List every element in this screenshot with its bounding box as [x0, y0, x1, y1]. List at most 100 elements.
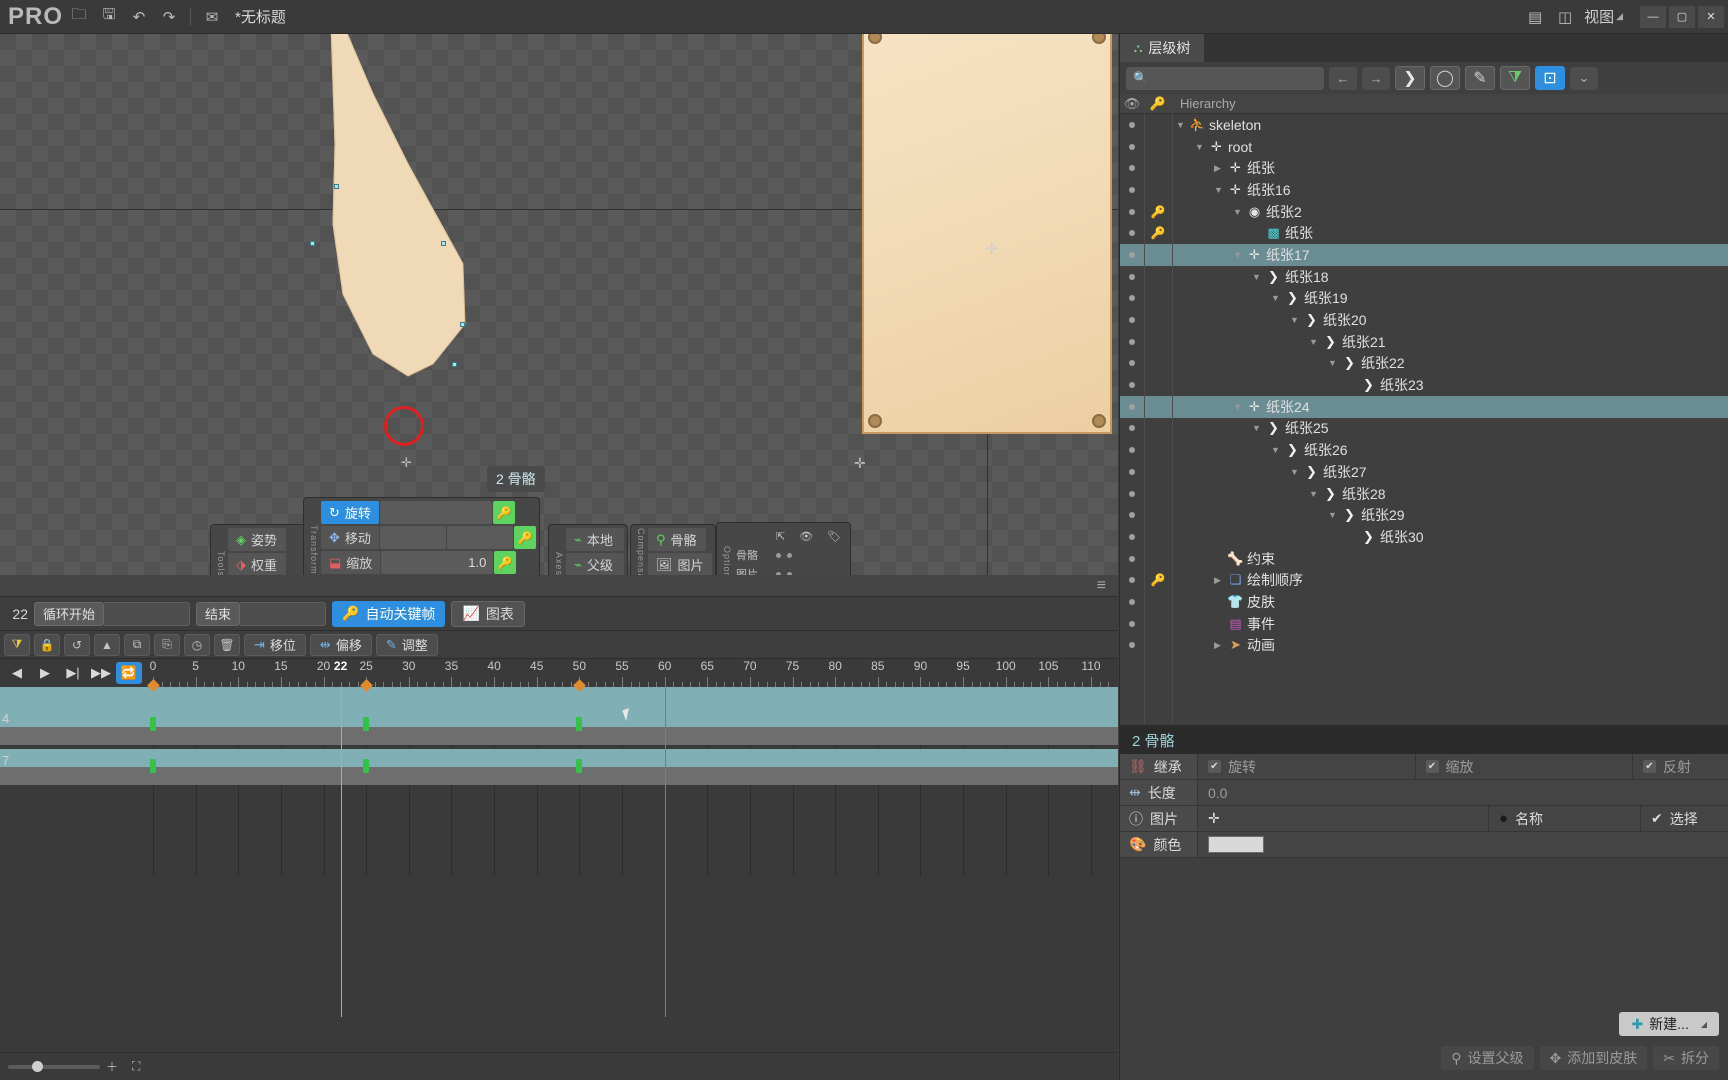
- split-button[interactable]: ✂ 拆分: [1653, 1046, 1719, 1070]
- search-input[interactable]: 🔍: [1126, 66, 1324, 90]
- view-menu-label[interactable]: 视图: [1584, 6, 1614, 27]
- eye-icon[interactable]: 👁: [799, 530, 813, 543]
- tree-row-皮肤[interactable]: 👕 皮肤: [1120, 591, 1728, 613]
- view-dropdown-icon[interactable]: ◢: [1616, 11, 1623, 22]
- set-parent-button[interactable]: ⚲ 设置父级: [1441, 1046, 1534, 1070]
- move-keys-button[interactable]: ⇥ 移位: [244, 633, 306, 656]
- tree-row-纸张[interactable]: ▶ ✛ 纸张: [1120, 157, 1728, 179]
- row-visibility-toggle[interactable]: [1120, 230, 1144, 237]
- tree-row-纸张23[interactable]: ❯ 纸张23: [1120, 374, 1728, 396]
- row-expand-arrow[interactable]: ▼: [1195, 142, 1208, 152]
- pose-tool-button[interactable]: ◈ 姿势: [228, 528, 286, 551]
- image-name-cell[interactable]: ● 名称: [1489, 806, 1641, 831]
- fit-view-icon[interactable]: ⛶: [132, 1059, 140, 1074]
- row-expand-arrow[interactable]: ▼: [1233, 402, 1246, 412]
- row-visibility-toggle[interactable]: [1120, 382, 1144, 389]
- tree-row-纸张22[interactable]: ▼ ❯ 纸张22: [1120, 353, 1728, 375]
- inherit-reflect-checkbox[interactable]: ✔: [1643, 760, 1656, 773]
- row-expand-arrow[interactable]: ▼: [1233, 250, 1246, 260]
- tag-icon[interactable]: 🏷: [827, 530, 841, 543]
- row-visibility-toggle[interactable]: [1120, 295, 1144, 302]
- rotate-key-button[interactable]: 🔑: [493, 501, 515, 524]
- timeline-zoom-slider[interactable]: [8, 1060, 100, 1072]
- axes-parent-button[interactable]: ⌁ 父级: [566, 553, 624, 575]
- row-expand-arrow[interactable]: ▼: [1290, 467, 1303, 477]
- paste-icon-button[interactable]: ⎘: [154, 633, 180, 656]
- tree-row-纸张18[interactable]: ▼ ❯ 纸张18: [1120, 266, 1728, 288]
- up-arrow-button[interactable]: ▲: [94, 633, 120, 656]
- tab-hierarchy-tree[interactable]: ⛬ 层级树: [1120, 34, 1205, 62]
- row-expand-arrow[interactable]: ▼: [1252, 272, 1265, 282]
- hierarchy-tree[interactable]: ▼ ⛹ skeleton ▼ ✛ root ▶ ✛ 纸张 ▼ ✛ 纸张16 🔑 ▼ ◉ 纸张2 🔑 ▩ 纸张 ▼ ✛ 纸张…: [1120, 114, 1728, 726]
- dope-row-band[interactable]: [0, 767, 1118, 785]
- keyframe-marker[interactable]: [363, 759, 370, 773]
- row-visibility-toggle[interactable]: [1120, 165, 1144, 172]
- inherit-reflect-cell[interactable]: ✔ 反射: [1633, 754, 1728, 779]
- tree-row-纸张27[interactable]: ▼ ❯ 纸张27: [1120, 461, 1728, 483]
- row-expand-arrow[interactable]: ▼: [1271, 293, 1284, 303]
- row-expand-arrow[interactable]: ▶: [1214, 163, 1227, 174]
- timeline-ruler[interactable]: 0 5 10 15 20 25 30 35 40 45 50 55 60 65 70 75 80 85 90 95 10…: [0, 659, 1118, 687]
- layout-split-icon[interactable]: ◫: [1550, 4, 1580, 30]
- scale-key-button[interactable]: 🔑: [494, 551, 517, 574]
- copy-icon-button[interactable]: ⧉: [124, 633, 150, 656]
- tree-row-纸张26[interactable]: ▼ ❯ 纸张26: [1120, 439, 1728, 461]
- timeline-menu-icon[interactable]: ≡: [1097, 577, 1106, 595]
- tree-row-纸张19[interactable]: ▼ ❯ 纸张19: [1120, 288, 1728, 310]
- tree-row-纸张21[interactable]: ▼ ❯ 纸张21: [1120, 331, 1728, 353]
- row-expand-arrow[interactable]: ▼: [1309, 337, 1322, 347]
- toggle-bones-button[interactable]: ❯: [1395, 66, 1425, 90]
- keyframe-marker[interactable]: [150, 717, 156, 731]
- tree-row-root[interactable]: ▼ ✛ root: [1120, 136, 1728, 158]
- toggle-attachments-button[interactable]: ✎: [1465, 66, 1495, 90]
- redo-icon[interactable]: ↷: [154, 4, 184, 30]
- row-visibility-toggle[interactable]: [1120, 490, 1144, 497]
- timeline-grip-bar[interactable]: ≡: [0, 575, 1118, 597]
- tree-row-动画[interactable]: ▶ ➤ 动画: [1120, 635, 1728, 657]
- dope-row-band[interactable]: [0, 727, 1118, 745]
- row-visibility-toggle[interactable]: [1120, 251, 1144, 258]
- row-visibility-toggle[interactable]: [1120, 121, 1144, 128]
- auto-key-button[interactable]: 🔑 自动关键帧: [332, 600, 446, 627]
- tree-row-skeleton[interactable]: ▼ ⛹ skeleton: [1120, 114, 1728, 136]
- filter-icon-button[interactable]: ⧩: [4, 633, 30, 656]
- toggle-focus-button[interactable]: ⊡: [1535, 66, 1565, 90]
- tree-row-纸张28[interactable]: ▼ ❯ 纸张28: [1120, 483, 1728, 505]
- row-visibility-toggle[interactable]: [1120, 447, 1144, 454]
- row-key-indicator[interactable]: 🔑: [1144, 205, 1172, 219]
- options-bone-dot1[interactable]: [776, 552, 781, 558]
- row-visibility-toggle[interactable]: [1120, 642, 1144, 649]
- row-expand-arrow[interactable]: ▼: [1290, 315, 1303, 325]
- translate-key-button[interactable]: 🔑: [514, 526, 536, 549]
- row-visibility-toggle[interactable]: [1120, 620, 1144, 627]
- tree-row-纸张25[interactable]: ▼ ❯ 纸张25: [1120, 418, 1728, 440]
- translate-x-field[interactable]: [380, 526, 446, 549]
- color-swatch[interactable]: [1208, 836, 1264, 853]
- keyframe-marker[interactable]: [150, 759, 156, 773]
- clock-icon-button[interactable]: ◷: [184, 633, 210, 656]
- loop-icon-button[interactable]: ↺: [64, 633, 90, 656]
- toggle-slots-button[interactable]: ◯: [1430, 66, 1460, 90]
- rotate-value-field[interactable]: [380, 501, 492, 524]
- tree-row-约束[interactable]: 🦴 约束: [1120, 548, 1728, 570]
- toggle-filter-button[interactable]: ⧩: [1500, 66, 1530, 90]
- add-to-skin-button[interactable]: ✥ 添加到皮肤: [1539, 1046, 1648, 1070]
- translate-y-field[interactable]: [447, 526, 513, 549]
- row-expand-arrow[interactable]: ▼: [1214, 185, 1227, 195]
- inherit-scale-cell[interactable]: ✔ 缩放: [1415, 754, 1633, 779]
- row-expand-arrow[interactable]: ▼: [1176, 120, 1189, 130]
- keyframe-marker[interactable]: [576, 759, 583, 773]
- ghost-icon[interactable]: ⇱: [776, 530, 785, 543]
- row-visibility-toggle[interactable]: [1120, 403, 1144, 410]
- scale-value-field[interactable]: 1.0: [381, 551, 494, 574]
- tree-row-纸张[interactable]: 🔑 ▩ 纸张: [1120, 222, 1728, 244]
- row-visibility-toggle[interactable]: [1120, 338, 1144, 345]
- tree-row-纸张20[interactable]: ▼ ❯ 纸张20: [1120, 309, 1728, 331]
- row-visibility-toggle[interactable]: [1120, 186, 1144, 193]
- row-visibility-toggle[interactable]: [1120, 577, 1144, 584]
- secondary-marker-line[interactable]: [664, 687, 666, 1017]
- zoom-plus-icon[interactable]: ＋: [106, 1058, 118, 1075]
- row-visibility-toggle[interactable]: [1120, 143, 1144, 150]
- tree-row-纸张16[interactable]: ▼ ✛ 纸张16: [1120, 179, 1728, 201]
- mail-icon[interactable]: ✉: [197, 4, 227, 30]
